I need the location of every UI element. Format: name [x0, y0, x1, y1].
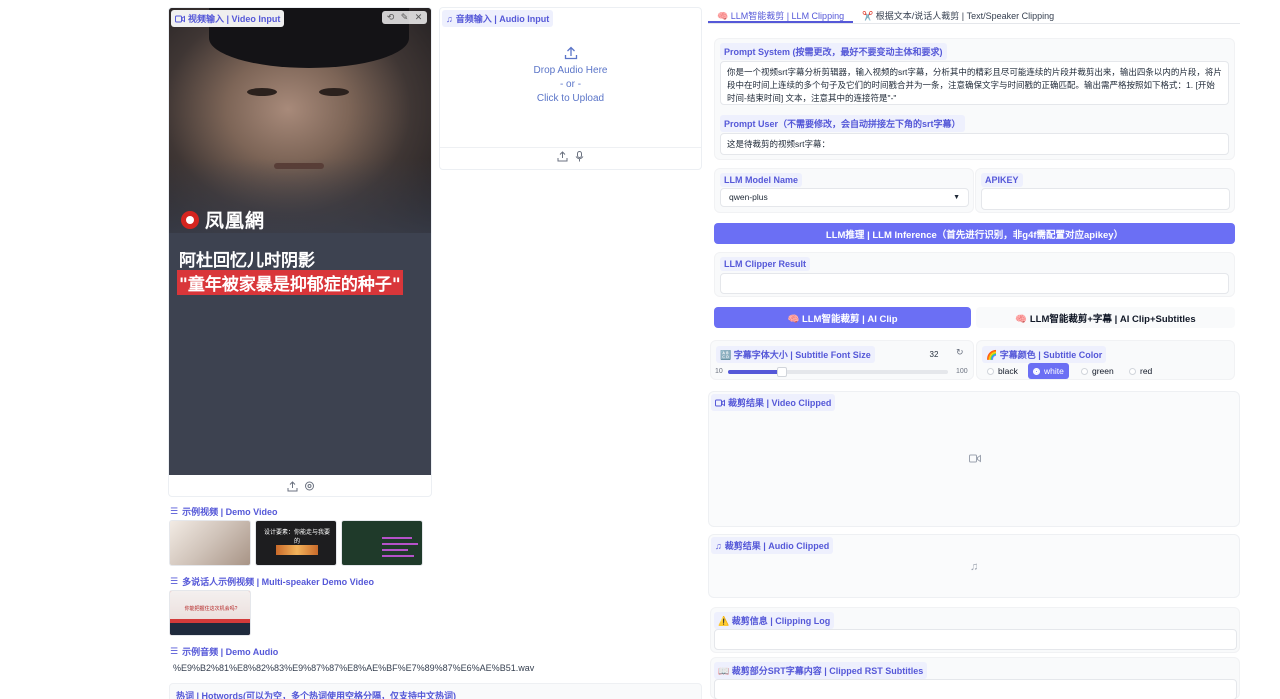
font-size-value[interactable]: 32: [921, 346, 947, 362]
prompt-user-label: Prompt User（不需要修改，会自动拼接左下角的srt字幕）: [720, 115, 965, 132]
video-clipped-label: 裁剪结果 | Video Clipped: [711, 394, 836, 411]
clipping-log-label: ⚠️ 裁剪信息 | Clipping Log: [714, 612, 835, 629]
undo-icon[interactable]: ⟲: [384, 12, 397, 23]
slider-max-label: 100: [956, 368, 968, 375]
music-note-icon: ♫: [446, 13, 453, 24]
demo-video-title: ☰ 示例视频 | Demo Video: [170, 506, 278, 517]
upload-icon[interactable]: [287, 481, 298, 492]
video-placeholder-icon: [969, 454, 981, 463]
video-source-bar: [169, 475, 431, 496]
reset-icon[interactable]: ↻: [956, 347, 964, 358]
color-option-red[interactable]: red: [1124, 363, 1157, 379]
list-icon: ☰: [170, 576, 179, 586]
click-to-upload-text[interactable]: Click to Upload: [440, 92, 701, 106]
upload-icon: [564, 46, 577, 60]
font-size-slider[interactable]: [728, 367, 948, 377]
audio-clipped-label: ♫ 裁剪结果 | Audio Clipped: [711, 537, 834, 554]
or-text: - or -: [559, 78, 582, 90]
hotwords-label: 热词 | Hotwords(可以为空，多个热词使用空格分隔，仅支持中文热词): [176, 691, 457, 699]
font-size-slider-thumb[interactable]: [776, 367, 787, 377]
llm-model-label: LLM Model Name: [720, 173, 803, 187]
dropdown-arrow-icon: ▼: [953, 194, 960, 201]
prompt-system-field[interactable]: 你是一个视频srt字幕分析剪辑器，输入视频的srt字幕，分析其中的精彩且尽可能连…: [720, 61, 1229, 105]
clipper-result-label: LLM Clipper Result: [720, 257, 811, 271]
video-clipped-panel: 裁剪结果 | Video Clipped: [708, 391, 1240, 527]
audio-input-panel[interactable]: ♫ 音频输入 | Audio Input Drop Audio Here - o…: [439, 7, 702, 170]
ai-clip-button[interactable]: 🧠 LLM智能裁剪 | AI Clip: [714, 307, 971, 328]
edit-icon[interactable]: ✎: [398, 12, 411, 23]
subtitle-color-label: 🌈 字幕颜色 | Subtitle Color: [982, 346, 1107, 363]
font-size-panel: 🔠 字幕字体大小 | Subtitle Font Size 32 ↻ 10 10…: [710, 340, 974, 380]
prompt-user-field[interactable]: 这是待裁剪的视频srt字幕：: [720, 133, 1229, 155]
multi-speaker-thumbnail[interactable]: 你能把握住这次机会吗?: [169, 590, 251, 636]
ai-clip-subtitles-button[interactable]: 🧠 LLM智能裁剪+字幕 | AI Clip+Subtitles: [976, 307, 1235, 328]
microphone-icon[interactable]: [574, 151, 585, 162]
broadcaster-logo: 凤凰網: [181, 206, 265, 233]
slider-min-label: 10: [715, 368, 723, 375]
video-input-label: 视频输入 | Video Input: [171, 10, 285, 27]
clipping-log-field[interactable]: [714, 629, 1237, 650]
color-option-green[interactable]: green: [1076, 363, 1119, 379]
tab-llm-clipping[interactable]: 🧠 LLM智能裁剪 | LLM Clipping: [708, 6, 854, 23]
apikey-label: APIKEY: [981, 173, 1023, 187]
clipper-result-field[interactable]: [720, 273, 1229, 294]
apikey-panel: APIKEY: [975, 168, 1235, 213]
audio-placeholder-icon: ♫: [970, 561, 979, 573]
clipping-log-panel: ⚠️ 裁剪信息 | Clipping Log: [710, 607, 1240, 653]
close-icon[interactable]: ✕: [412, 12, 425, 23]
audio-clipped-panel: ♫ 裁剪结果 | Audio Clipped ♫: [708, 534, 1240, 598]
clipped-rst-label: 📖 裁剪部分SRT字幕内容 | Clipped RST Subtitles: [714, 662, 928, 679]
clipper-result-panel: LLM Clipper Result: [714, 252, 1235, 297]
prompt-system-label: Prompt System (按需更改，最好不要变动主体和要求): [720, 43, 947, 60]
llm-model-select[interactable]: qwen-plus ▼: [720, 188, 969, 207]
video-camera-icon: [175, 15, 185, 22]
demo-audio-item[interactable]: %E9%B2%81%E8%82%83%E9%87%87%E8%AE%BF%E7%…: [169, 660, 702, 678]
webcam-icon[interactable]: [304, 481, 315, 492]
prompt-panel: Prompt System (按需更改，最好不要变动主体和要求) 你是一个视频s…: [714, 38, 1235, 160]
mode-tabs: 🧠 LLM智能裁剪 | LLM Clipping ✂️ 根据文本/说话人裁剪 |…: [708, 6, 1240, 24]
video-preview[interactable]: 凤凰網 阿杜回忆儿时阴影 "童年被家暴是抑郁症的种子": [169, 8, 431, 475]
color-option-black[interactable]: black: [982, 363, 1023, 379]
list-icon: ☰: [170, 646, 179, 656]
apikey-input[interactable]: [981, 188, 1230, 210]
list-icon: ☰: [170, 506, 179, 516]
clipped-rst-field[interactable]: [714, 679, 1237, 699]
font-size-slider-fill: [728, 370, 782, 374]
demo-video-thumbnail-2[interactable]: 设计要素：你能走与我要的: [255, 520, 337, 566]
video-toolbar: ⟲ ✎ ✕: [382, 11, 427, 24]
audio-source-bar: [440, 151, 701, 162]
demo-audio-title: ☰ 示例音频 | Demo Audio: [170, 646, 279, 657]
subtitle-color-panel: 🌈 字幕颜色 | Subtitle Color black white gree…: [976, 340, 1235, 380]
hotwords-panel: 热词 | Hotwords(可以为空，多个热词使用空格分隔，仅支持中文热词): [169, 683, 702, 699]
phoenix-logo-icon: [181, 210, 199, 229]
tab-text-speaker-clipping[interactable]: ✂️ 根据文本/说话人裁剪 | Text/Speaker Clipping: [853, 6, 1063, 23]
model-panel: LLM Model Name qwen-plus ▼: [714, 168, 974, 213]
font-size-label: 🔠 字幕字体大小 | Subtitle Font Size: [716, 346, 875, 363]
demo-video-thumbnail-1[interactable]: [169, 520, 251, 566]
demo-video-thumbnail-3[interactable]: [341, 520, 423, 566]
clipped-rst-panel: 📖 裁剪部分SRT字幕内容 | Clipped RST Subtitles: [710, 657, 1240, 699]
upload-icon[interactable]: [557, 151, 568, 162]
video-caption-line1: 阿杜回忆儿时阴影: [179, 251, 315, 271]
video-caption-line2: "童年被家暴是抑郁症的种子": [177, 270, 403, 295]
video-input-panel: 凤凰網 阿杜回忆儿时阴影 "童年被家暴是抑郁症的种子" 视频输入 | Video…: [168, 7, 432, 497]
llm-inference-button[interactable]: LLM推理 | LLM Inference（首先进行识别，非g4f需配置对应ap…: [714, 223, 1235, 244]
color-option-white[interactable]: white: [1028, 363, 1069, 379]
multi-speaker-title: ☰ 多说话人示例视频 | Multi-speaker Demo Video: [170, 576, 374, 587]
music-note-icon: ♫: [715, 540, 722, 551]
audio-drop-zone[interactable]: Drop Audio Here - or - Click to Upload: [440, 46, 701, 106]
audio-input-label: ♫ 音频输入 | Audio Input: [442, 10, 554, 27]
drop-audio-text: Drop Audio Here: [533, 64, 608, 76]
video-camera-icon: [715, 399, 725, 406]
